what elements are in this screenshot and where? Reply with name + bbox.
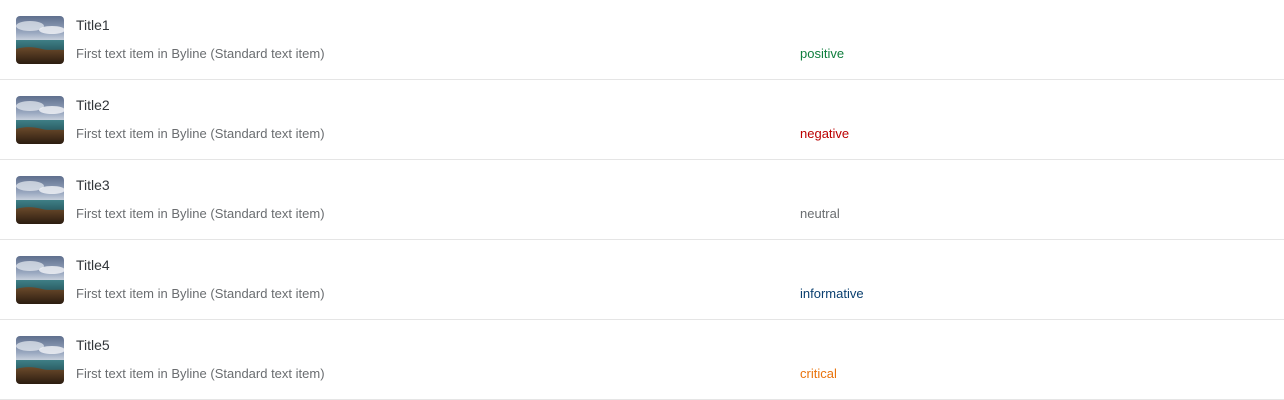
list-item[interactable]: Title4 First text item in Byline (Standa… <box>0 240 1284 320</box>
item-byline: First text item in Byline (Standard text… <box>76 366 325 381</box>
item-title: Title5 <box>76 337 110 353</box>
status-text: critical <box>800 366 837 381</box>
status-text: informative <box>800 286 864 301</box>
list: Title1 First text item in Byline (Standa… <box>0 0 1284 400</box>
item-title: Title2 <box>76 97 110 113</box>
list-item[interactable]: Title1 First text item in Byline (Standa… <box>0 0 1284 80</box>
status-text: neutral <box>800 206 840 221</box>
status-text: negative <box>800 126 850 141</box>
list-item[interactable]: Title3 First text item in Byline (Standa… <box>0 160 1284 240</box>
landscape-photo-icon <box>16 16 64 64</box>
landscape-photo-icon <box>16 176 64 224</box>
list-item[interactable]: Title5 First text item in Byline (Standa… <box>0 320 1284 400</box>
status-text: positive <box>800 46 845 61</box>
list-item[interactable]: Title2 First text item in Byline (Standa… <box>0 80 1284 160</box>
item-title: Title3 <box>76 177 110 193</box>
item-byline: First text item in Byline (Standard text… <box>76 206 325 221</box>
landscape-photo-icon <box>16 256 64 304</box>
item-byline: First text item in Byline (Standard text… <box>76 286 325 301</box>
item-byline: First text item in Byline (Standard text… <box>76 126 325 141</box>
landscape-photo-icon <box>16 96 64 144</box>
landscape-photo-icon <box>16 336 64 384</box>
item-title: Title1 <box>76 17 110 33</box>
item-title: Title4 <box>76 257 110 273</box>
item-byline: First text item in Byline (Standard text… <box>76 46 325 61</box>
